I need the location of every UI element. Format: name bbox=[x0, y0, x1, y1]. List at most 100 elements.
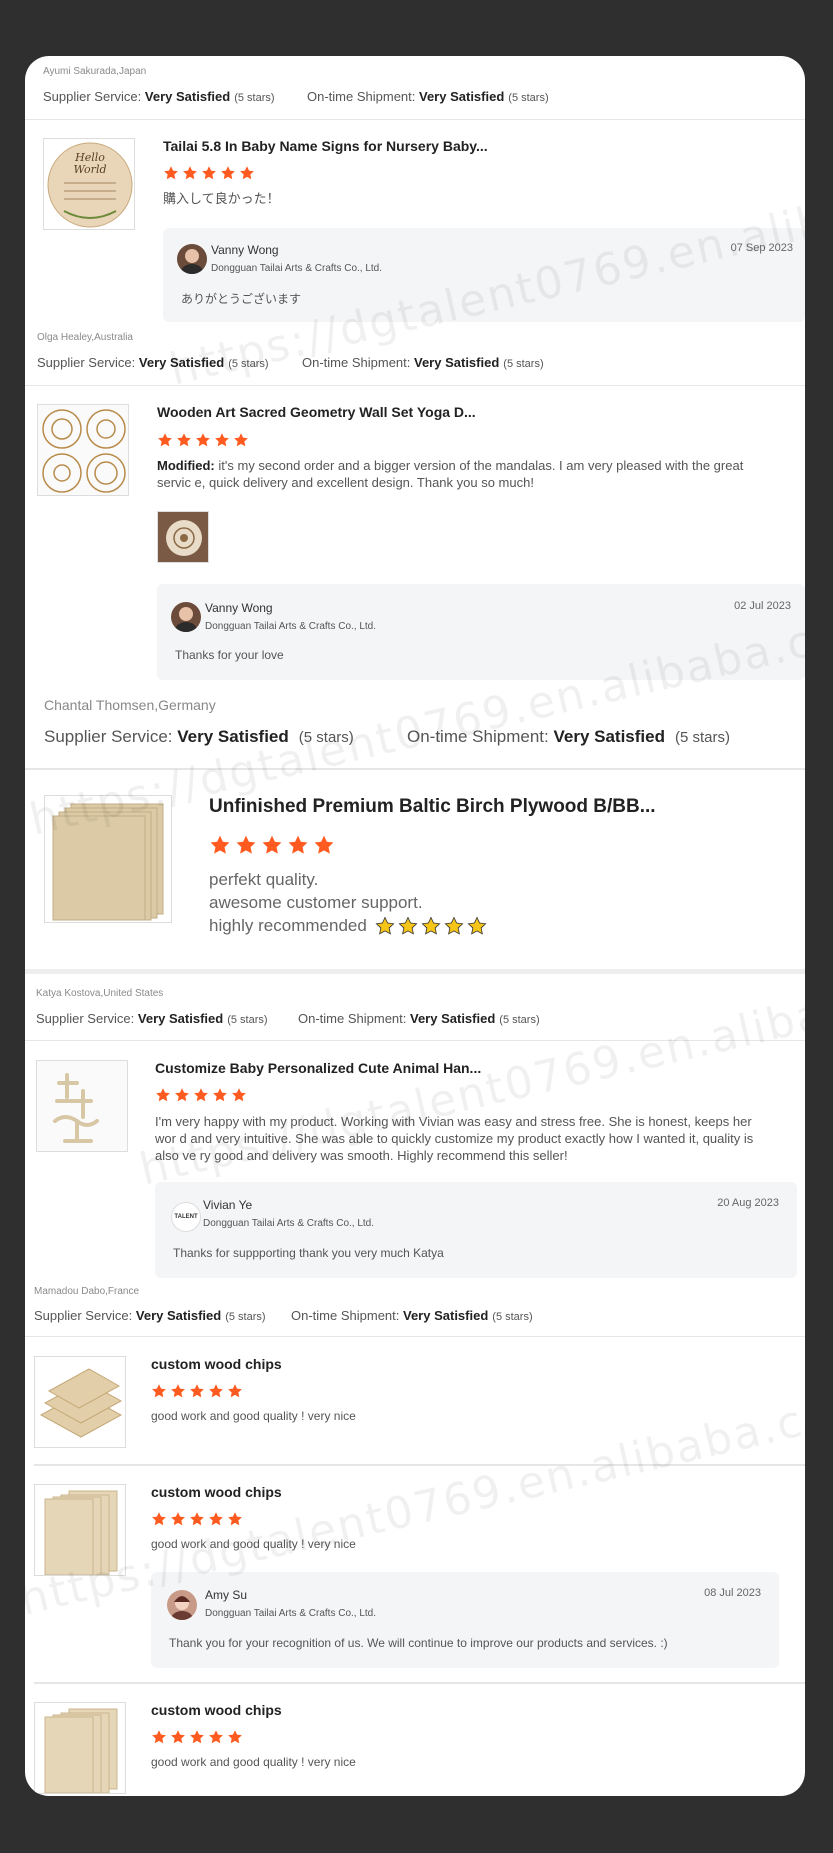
review-text: 購入して良かった！ bbox=[163, 191, 280, 206]
review-text: Modified: it's my second order and a big… bbox=[157, 458, 744, 490]
avatar: TALENT bbox=[171, 1202, 201, 1232]
divider bbox=[34, 1682, 805, 1684]
star-icon bbox=[189, 1729, 205, 1745]
divider bbox=[25, 385, 805, 386]
product-title[interactable]: Unfinished Premium Baltic Birch Plywood … bbox=[209, 796, 656, 818]
shipment-rating: On-time Shipment: Very Satisfied (5 stars… bbox=[298, 1011, 540, 1026]
product-title[interactable]: Customize Baby Personalized Cute Animal … bbox=[155, 1060, 481, 1076]
reply-company: Dongguan Tailai Arts & Crafts Co., Ltd. bbox=[205, 1608, 377, 1619]
divider bbox=[25, 1336, 805, 1337]
star-icon bbox=[313, 834, 335, 856]
product-title[interactable]: custom wood chips bbox=[151, 1702, 282, 1718]
star-icon bbox=[163, 165, 179, 181]
supplier-service-rating: Supplier Service: Very Satisfied (5 stars… bbox=[34, 1308, 266, 1323]
rating-stars bbox=[151, 1383, 243, 1399]
reply-company: Dongguan Tailai Arts & Crafts Co., Ltd. bbox=[205, 621, 377, 632]
supplier-service-rating: Supplier Service: Very Satisfied (5 stars… bbox=[44, 727, 354, 746]
supplier-service-rating: Supplier Service: Very Satisfied (5 stars… bbox=[43, 89, 275, 104]
star-icon bbox=[208, 1511, 224, 1527]
reply-company: Dongguan Tailai Arts & Crafts Co., Ltd. bbox=[211, 263, 383, 274]
reply-date: 02 Jul 2023 bbox=[734, 600, 791, 612]
star-icon bbox=[227, 1383, 243, 1399]
shipment-rating: On-time Shipment: Very Satisfied (5 stars… bbox=[302, 355, 544, 370]
review-photo[interactable] bbox=[157, 511, 209, 563]
shipment-rating: On-time Shipment: Very Satisfied (5 stars… bbox=[307, 89, 549, 104]
reviewer-name: Chantal Thomsen,Germany bbox=[44, 697, 216, 713]
reply-author: Vivian Ye bbox=[203, 1198, 253, 1212]
reply-date: 20 Aug 2023 bbox=[717, 1197, 779, 1209]
star-icon bbox=[155, 1087, 171, 1103]
rating-stars bbox=[151, 1511, 243, 1527]
supplier-reply: TALENT Vivian Ye Dongguan Tailai Arts & … bbox=[155, 1182, 797, 1278]
rating-stars bbox=[151, 1729, 243, 1745]
review-text: good work and good quality ! very nice bbox=[151, 1537, 356, 1551]
star-icon bbox=[261, 834, 283, 856]
reply-date: 08 Jul 2023 bbox=[704, 1587, 761, 1599]
reply-author: Amy Su bbox=[205, 1588, 248, 1602]
product-thumbnail[interactable] bbox=[34, 1484, 126, 1576]
star-emoji-icon bbox=[444, 916, 464, 936]
reviewer-name: Ayumi Sakurada,Japan bbox=[43, 66, 147, 77]
avatar bbox=[177, 244, 207, 274]
divider bbox=[25, 119, 805, 120]
star-icon bbox=[170, 1511, 186, 1527]
review-text: good work and good quality ! very nice bbox=[151, 1409, 356, 1423]
reviewer-name: Mamadou Dabo,France bbox=[34, 1286, 140, 1297]
star-icon bbox=[201, 165, 217, 181]
supplier-reply: Amy Su Dongguan Tailai Arts & Crafts Co.… bbox=[151, 1572, 779, 1668]
star-icon bbox=[212, 1087, 228, 1103]
star-emoji-icon bbox=[467, 916, 487, 936]
product-thumbnail[interactable] bbox=[34, 1702, 126, 1794]
reviewer-name: Olga Healey,Australia bbox=[37, 332, 133, 343]
shipment-rating: On-time Shipment: Very Satisfied (5 stars… bbox=[407, 727, 730, 746]
product-thumbnail[interactable] bbox=[36, 1060, 128, 1152]
star-icon bbox=[287, 834, 309, 856]
star-icon bbox=[214, 432, 230, 448]
product-title[interactable]: Tailai 5.8 In Baby Name Signs for Nurser… bbox=[163, 138, 488, 154]
star-icon bbox=[233, 432, 249, 448]
supplier-reply: Vanny Wong Dongguan Tailai Arts & Crafts… bbox=[163, 228, 805, 322]
reply-date: 07 Sep 2023 bbox=[730, 242, 793, 254]
svg-text:World: World bbox=[74, 163, 107, 176]
rating-stars bbox=[163, 165, 255, 181]
reply-text: Thanks for your love bbox=[175, 648, 284, 662]
star-icon bbox=[208, 1729, 224, 1745]
avatar bbox=[167, 1590, 197, 1620]
product-title[interactable]: custom wood chips bbox=[151, 1356, 282, 1372]
divider bbox=[34, 1464, 805, 1466]
reply-text: ありがとうございます bbox=[181, 292, 302, 306]
rating-stars bbox=[155, 1087, 247, 1103]
star-icon bbox=[151, 1729, 167, 1745]
divider bbox=[25, 768, 805, 770]
product-thumbnail[interactable] bbox=[34, 1356, 126, 1448]
reply-text: Thank you for your recognition of us. We… bbox=[169, 1636, 668, 1650]
star-icon bbox=[176, 432, 192, 448]
star-icon bbox=[227, 1511, 243, 1527]
rating-stars bbox=[157, 432, 249, 448]
star-emoji-icon bbox=[398, 916, 418, 936]
star-icon bbox=[235, 834, 257, 856]
star-icon bbox=[227, 1729, 243, 1745]
shipment-rating: On-time Shipment: Very Satisfied (5 stars… bbox=[291, 1308, 533, 1323]
product-thumbnail[interactable] bbox=[44, 795, 172, 923]
product-thumbnail[interactable] bbox=[37, 404, 129, 496]
divider bbox=[25, 1040, 805, 1041]
avatar bbox=[171, 602, 201, 632]
rating-stars bbox=[209, 834, 335, 856]
star-icon bbox=[239, 165, 255, 181]
review-text: good work and good quality ! very nice bbox=[151, 1755, 356, 1769]
supplier-service-rating: Supplier Service: Very Satisfied (5 stars… bbox=[36, 1011, 268, 1026]
reply-text: Thanks for suppporting thank you very mu… bbox=[173, 1246, 444, 1260]
product-thumbnail[interactable]: Hello World bbox=[43, 138, 135, 230]
emoji-stars bbox=[375, 916, 487, 936]
reply-company: Dongguan Tailai Arts & Crafts Co., Ltd. bbox=[203, 1218, 375, 1229]
star-icon bbox=[189, 1383, 205, 1399]
star-icon bbox=[208, 1383, 224, 1399]
product-title[interactable]: Wooden Art Sacred Geometry Wall Set Yoga… bbox=[157, 404, 476, 420]
star-emoji-icon bbox=[421, 916, 441, 936]
review-text: perfekt quality. awesome customer suppor… bbox=[209, 868, 487, 937]
star-icon bbox=[157, 432, 173, 448]
star-icon bbox=[182, 165, 198, 181]
product-title[interactable]: custom wood chips bbox=[151, 1484, 282, 1500]
reviews-panel: Ayumi Sakurada,Japan Supplier Service: V… bbox=[25, 56, 805, 1796]
